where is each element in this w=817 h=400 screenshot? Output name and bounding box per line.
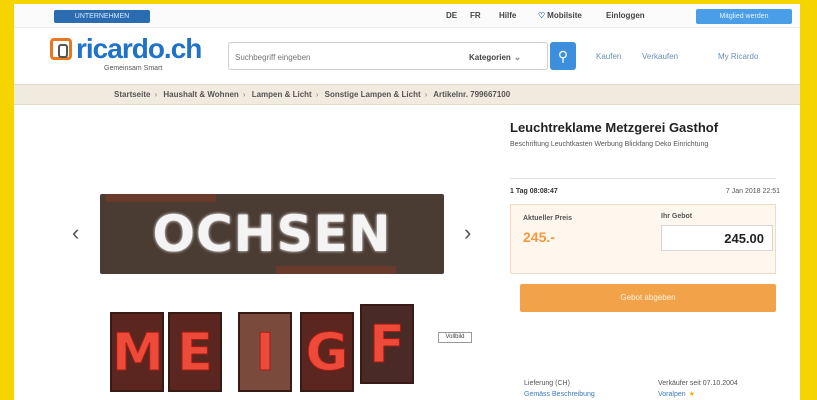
search-bar: Kategorien⌄ bbox=[228, 42, 548, 70]
breadcrumb-separator: › bbox=[242, 90, 246, 99]
tile-letter: G bbox=[305, 323, 349, 384]
end-date: 7 Jan 2018 22:51 bbox=[725, 188, 780, 195]
nav-my-ricardo-link[interactable]: My Ricardo bbox=[718, 52, 758, 62]
divider bbox=[510, 178, 776, 179]
brick-detail bbox=[276, 266, 396, 274]
letter-tile: G bbox=[300, 312, 354, 392]
shipping-value[interactable]: Gemäss Beschreibung bbox=[524, 389, 595, 400]
logo[interactable]: ricardo.ch Gemeinsam Smart bbox=[50, 33, 202, 76]
category-label: Kategorien bbox=[469, 53, 511, 62]
shipping-label: Lieferung (CH) bbox=[524, 380, 570, 387]
seller-name-link[interactable]: Voralpen bbox=[658, 389, 686, 400]
breadcrumb-separator: › bbox=[424, 90, 428, 99]
product-image[interactable]: OCHSEN bbox=[100, 194, 444, 274]
mobile-label: Mobilsite bbox=[547, 11, 582, 20]
tile-letter: E bbox=[177, 323, 214, 384]
letter-tile: M bbox=[110, 312, 164, 392]
product-subtitle: Beschriftung Leuchtkasten Werbung Blickf… bbox=[510, 141, 709, 148]
category-select[interactable]: Kategorien ⌄ bbox=[469, 48, 521, 67]
tile-letter: F bbox=[369, 315, 406, 376]
bid-box: Aktueller Preis 245.- Ihr Gebot bbox=[510, 204, 776, 274]
help-link[interactable]: Hilfe bbox=[499, 11, 516, 21]
chevron-down-icon: ⌄ bbox=[513, 52, 522, 62]
product-gallery: ‹ › OCHSEN M E I G F Vollbild bbox=[66, 116, 486, 400]
tile-letter: I bbox=[255, 323, 275, 384]
product-title: Leuchtreklame Metzgerei Gasthof bbox=[510, 120, 719, 135]
search-button[interactable]: ⚲ bbox=[550, 42, 576, 70]
current-price-label: Aktueller Preis bbox=[523, 215, 573, 222]
sign-lettering: OCHSEN bbox=[152, 205, 392, 263]
logo-icon bbox=[50, 38, 72, 60]
previous-image-arrow-icon[interactable]: ‹ bbox=[72, 222, 79, 244]
breadcrumb-separator: › bbox=[315, 90, 319, 99]
breadcrumb-article-number: Artikelnr. 799667100 bbox=[433, 90, 511, 99]
login-link[interactable]: Einloggen bbox=[606, 11, 645, 21]
tile-letter: M bbox=[112, 323, 165, 384]
nav-buy-link[interactable]: Kaufen bbox=[596, 52, 621, 62]
breadcrumb-lamps[interactable]: Lampen & Licht bbox=[252, 90, 312, 99]
next-image-arrow-icon[interactable]: › bbox=[464, 222, 471, 244]
brick-detail bbox=[106, 194, 216, 202]
product-panel: Leuchtreklame Metzgerei Gasthof Beschrif… bbox=[510, 116, 780, 400]
breadcrumb-other-lamps[interactable]: Sonstige Lampen & Licht bbox=[325, 90, 421, 99]
breadcrumb-bar: Startseite › Haushalt & Wohnen › Lampen & … bbox=[14, 84, 800, 105]
corporate-link[interactable]: UNTERNEHMEN bbox=[54, 10, 150, 23]
search-icon: ⚲ bbox=[557, 48, 569, 64]
language-fr[interactable]: FR bbox=[470, 11, 481, 21]
nav-sell-link[interactable]: Verkaufen bbox=[642, 52, 678, 62]
breadcrumb-household[interactable]: Haushalt & Wohnen bbox=[163, 90, 238, 99]
language-de[interactable]: DE bbox=[446, 11, 457, 21]
logo-text: ricardo.ch bbox=[76, 33, 202, 64]
breadcrumb: Startseite › Haushalt & Wohnen › Lampen & … bbox=[114, 90, 510, 100]
shipping-info: Lieferung (CH) Gemäss Beschreibung bbox=[524, 378, 595, 400]
letter-tile: I bbox=[238, 312, 292, 392]
logo-tagline: Gemeinsam Smart bbox=[104, 65, 163, 72]
signup-button[interactable]: Mitglied werden bbox=[696, 9, 792, 24]
star-rating-icon: ★ bbox=[688, 391, 695, 398]
bid-amount-input[interactable] bbox=[661, 225, 773, 251]
breadcrumb-separator: › bbox=[154, 90, 158, 99]
bid-label: Ihr Gebot bbox=[661, 213, 693, 220]
mobile-link[interactable]: ♡ Mobilsite bbox=[538, 11, 582, 21]
mobile-icon: ♡ bbox=[538, 11, 546, 20]
seller-label: Verkäufer seit 07.10.2004 bbox=[658, 380, 738, 387]
place-bid-button[interactable]: Gebot abgeben bbox=[520, 284, 776, 312]
seller-info: Verkäufer seit 07.10.2004 Voralpen ★ bbox=[658, 378, 738, 400]
search-input[interactable] bbox=[235, 47, 457, 67]
letter-tile: F bbox=[360, 304, 414, 384]
breadcrumb-home[interactable]: Startseite bbox=[114, 90, 150, 99]
time-remaining: 1 Tag 08:08:47 bbox=[510, 188, 558, 195]
letter-tile: E bbox=[168, 312, 222, 392]
page: UNTERNEHMEN DE FR Hilfe ♡ Mobilsite Einlo… bbox=[14, 4, 800, 400]
current-price: 245.- bbox=[523, 229, 555, 245]
top-bar: UNTERNEHMEN DE FR Hilfe ♡ Mobilsite Einlo… bbox=[14, 4, 800, 28]
fullscreen-button[interactable]: Vollbild bbox=[438, 332, 472, 343]
